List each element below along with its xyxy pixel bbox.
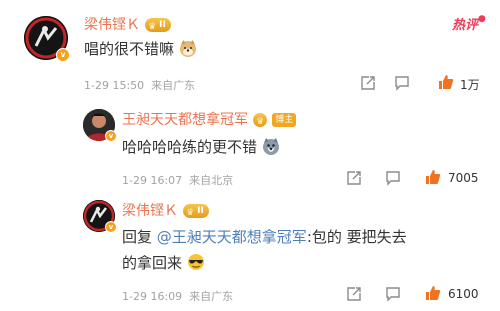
share-icon[interactable] [346,170,362,186]
username[interactable]: 王昶天天都想拿冠军 [122,112,248,128]
like-icon[interactable] [424,284,442,302]
like-icon[interactable] [424,168,442,186]
comment-meta: 1-29 16:09 来自广东 [122,290,234,303]
comment-item: v 王昶天天都想拿冠军 ♛ 博主 哈哈哈哈练的更不错 1-29 16:07 来自… [0,100,500,196]
comment-text-line2: 的拿回来 [122,252,205,273]
like-count: 1万 [460,78,480,92]
like-icon[interactable] [437,73,455,91]
verified-icon: v [56,48,70,62]
verified-icon: v [105,221,117,233]
comment-meta: 1-29 15:50 来自广东 [84,79,196,92]
comment-icon[interactable] [394,75,410,91]
comment-item: v 梁伟铿Ｋ ♛ II 唱的很不错嘛 1-29 15:50 来自广东 1万 [0,0,500,100]
author-badge: 博主 [272,112,297,127]
crown-icon: ♛ [256,116,265,127]
like-count: 6100 [448,287,479,301]
doge-emoji [179,40,196,57]
comment-text: 回复 @王昶天天都想拿冠军:包的 要把失去 [122,228,407,246]
comment-icon[interactable] [385,170,401,186]
comment-icon[interactable] [385,286,401,302]
crown-icon: ♛ [186,207,195,218]
comment-text: 哈哈哈哈练的更不错 [122,136,280,157]
level-badge: ♛ [253,112,268,127]
comment-meta: 1-29 16:07 来自北京 [122,174,234,187]
husky-emoji [262,138,279,155]
crown-icon: ♛ [148,21,157,32]
level-badge: ♛ II [183,203,209,218]
like-count: 7005 [448,171,479,185]
share-icon[interactable] [346,286,362,302]
comment-item: v 梁伟铿Ｋ ♛ II 回复 @王昶天天都想拿冠军:包的 要把失去 的拿回来 1-… [0,196,500,311]
level-badge: ♛ II [145,17,171,32]
mention-link[interactable]: @王昶天天都想拿冠军 [157,228,307,246]
comment-text: 唱的很不错嘛 [84,38,197,59]
username[interactable]: 梁伟铿Ｋ [122,203,178,219]
username[interactable]: 梁伟铿Ｋ [84,17,140,33]
share-icon[interactable] [360,75,376,91]
cool-sunglasses-emoji [187,254,204,270]
verified-icon: v [105,130,117,142]
